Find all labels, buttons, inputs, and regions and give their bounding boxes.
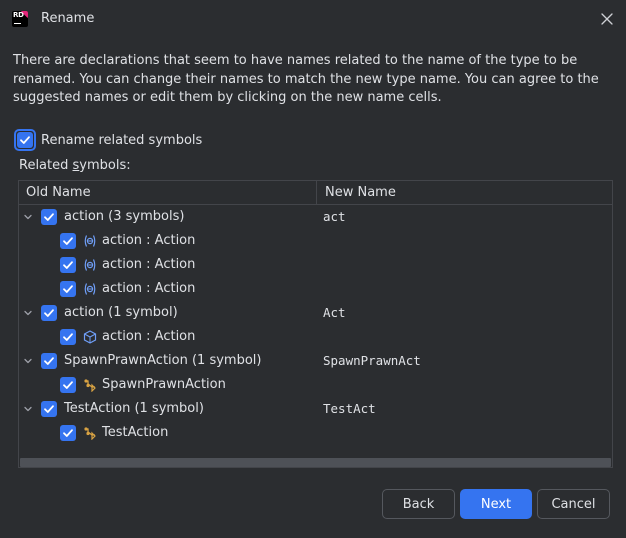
- class-icon: [83, 378, 97, 393]
- old-name-cell: TestAction (1 symbol): [64, 401, 204, 416]
- chevron-down-icon[interactable]: [22, 355, 34, 367]
- related-symbols-label: Related symbols:: [19, 158, 131, 173]
- old-name-cell: action : Action: [102, 233, 196, 248]
- old-name-cell: action : Action: [102, 257, 196, 272]
- next-button[interactable]: Next: [460, 489, 532, 519]
- title-bar: RD Rename: [0, 0, 626, 38]
- old-name-cell: action : Action: [102, 329, 196, 344]
- rider-logo-icon: RD: [12, 11, 28, 27]
- class-icon: [83, 426, 97, 441]
- column-divider[interactable]: [316, 181, 317, 205]
- new-name-cell[interactable]: SpawnPrawnAct: [323, 353, 421, 368]
- table-row-group[interactable]: TestAction (1 symbol) TestAct: [19, 397, 612, 421]
- logo-text: RD: [13, 11, 24, 19]
- related-label-prefix: Related: [19, 158, 73, 173]
- table-row-child[interactable]: SpawnPrawnAction: [19, 373, 612, 397]
- table-row-child[interactable]: action : Action: [19, 325, 612, 349]
- checkbox-checked-icon[interactable]: [60, 377, 76, 393]
- column-header-old-name[interactable]: Old Name: [26, 185, 91, 200]
- new-name-cell[interactable]: Act: [323, 305, 346, 320]
- table-row-child[interactable]: action : Action: [19, 229, 612, 253]
- checkbox-checked-icon[interactable]: [60, 329, 76, 345]
- checkbox-checked-icon[interactable]: [60, 425, 76, 441]
- old-name-cell: SpawnPrawnAction (1 symbol): [64, 353, 262, 368]
- checkbox-checked-icon[interactable]: [17, 132, 33, 148]
- chevron-down-icon[interactable]: [22, 211, 34, 223]
- related-symbols-table[interactable]: Old Name New Name action (3 symbols) act a…: [18, 180, 613, 468]
- old-name-cell: SpawnPrawnAction: [102, 377, 226, 392]
- field-icon: [83, 282, 97, 296]
- new-name-cell[interactable]: TestAct: [323, 401, 376, 416]
- old-name-cell: action (3 symbols): [64, 209, 185, 224]
- rename-related-checkbox[interactable]: Rename related symbols: [14, 129, 202, 151]
- table-row-group[interactable]: action (1 symbol) Act: [19, 301, 612, 325]
- table-row-child[interactable]: TestAction: [19, 421, 612, 445]
- old-name-cell: action (1 symbol): [64, 305, 178, 320]
- table-header: Old Name New Name: [19, 181, 612, 205]
- property-icon: [83, 330, 97, 344]
- checkbox-focus-ring[interactable]: [14, 129, 36, 151]
- table-row-child[interactable]: action : Action: [19, 277, 612, 301]
- back-button[interactable]: Back: [382, 489, 455, 519]
- rename-related-label: Rename related symbols: [41, 132, 203, 148]
- table-row-group[interactable]: SpawnPrawnAction (1 symbol) SpawnPrawnAct: [19, 349, 612, 373]
- checkbox-checked-icon[interactable]: [41, 353, 57, 369]
- checkbox-checked-icon[interactable]: [41, 401, 57, 417]
- table-row-child[interactable]: action : Action: [19, 253, 612, 277]
- window-title: Rename: [41, 11, 95, 26]
- new-name-cell[interactable]: act: [323, 209, 346, 224]
- horizontal-scrollbar[interactable]: [20, 458, 611, 467]
- checkbox-checked-icon[interactable]: [60, 233, 76, 249]
- column-header-new-name[interactable]: New Name: [325, 185, 396, 200]
- table-row-group[interactable]: action (3 symbols) act: [19, 205, 612, 229]
- checkbox-checked-icon[interactable]: [41, 209, 57, 225]
- description-text: There are declarations that seem to have…: [13, 53, 599, 105]
- old-name-cell: action : Action: [102, 281, 196, 296]
- checkbox-checked-icon[interactable]: [60, 257, 76, 273]
- field-icon: [83, 234, 97, 248]
- chevron-down-icon[interactable]: [22, 307, 34, 319]
- old-name-cell: TestAction: [102, 425, 169, 440]
- field-icon: [83, 258, 97, 272]
- cancel-button[interactable]: Cancel: [537, 489, 610, 519]
- checkbox-checked-icon[interactable]: [60, 281, 76, 297]
- checkbox-checked-icon[interactable]: [41, 305, 57, 321]
- chevron-down-icon[interactable]: [22, 403, 34, 415]
- related-label-suffix: ymbols:: [79, 158, 131, 173]
- close-icon[interactable]: [598, 10, 616, 28]
